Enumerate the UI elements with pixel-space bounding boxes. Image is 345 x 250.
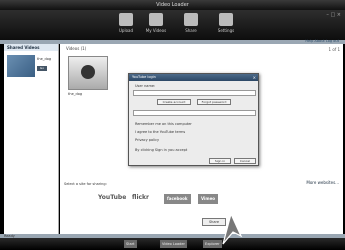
share-icon [184, 13, 198, 26]
sign-in-button[interactable]: Sign in [209, 158, 231, 164]
forgot-password-button[interactable]: Forgot password [197, 99, 231, 105]
sidebar-header: Shared Videos [4, 44, 58, 51]
flickr-logo-button[interactable]: flickr [132, 194, 149, 204]
sidebar-video-item[interactable]: the_dog Go [7, 55, 51, 77]
share-button[interactable]: Share [177, 13, 205, 38]
youtube-logo-button[interactable]: YouTube [98, 194, 126, 204]
username-field[interactable] [133, 90, 256, 96]
sidebar-item-button[interactable]: Go [37, 66, 47, 71]
title-bar: Video Loader [0, 0, 345, 10]
login-dialog: YouTube login × User name: Create accoun… [128, 73, 259, 166]
play-icon [81, 65, 95, 79]
video-thumbnail[interactable] [68, 56, 108, 90]
dialog-title: YouTube login [129, 74, 258, 81]
cancel-button[interactable]: Cancel [234, 158, 256, 164]
privacy-link[interactable]: Privacy policy [135, 138, 159, 142]
share-label: Select a site for sharing: [64, 182, 107, 186]
remember-checkbox-label[interactable]: Remember me on this computer [135, 122, 192, 126]
facebook-logo-button[interactable]: facebook [164, 194, 191, 204]
video-caption: the_dog [68, 92, 83, 96]
taskbar-app[interactable]: Video Loader [160, 240, 187, 248]
agree-checkbox-label[interactable]: I agree to the YouTube terms [135, 130, 185, 134]
close-icon[interactable]: × [253, 75, 256, 80]
mouse-cursor-icon [222, 212, 243, 245]
folder-path: Videos (1) [66, 46, 87, 51]
sidebar: Shared Videos the_dog Go [4, 44, 59, 234]
taskbar-start[interactable]: Start [124, 240, 137, 248]
more-sites-link[interactable]: More websites... [306, 180, 339, 185]
username-label: User name: [135, 84, 156, 88]
upload-icon [119, 13, 133, 26]
window-controls[interactable]: – □ × [326, 12, 341, 18]
taskbar-explorer[interactable]: Explorer [203, 240, 222, 248]
sidebar-item-label: the_dog [37, 57, 52, 61]
page-counter: 1 of 1 [328, 47, 341, 52]
settings-button[interactable]: Settings [212, 13, 240, 38]
upload-button[interactable]: Upload [112, 13, 140, 38]
toolbar: Upload My Videos Share Settings – □ × [0, 10, 345, 40]
header-links[interactable]: Help About Log out [305, 39, 339, 43]
create-account-button[interactable]: Create account [157, 99, 191, 105]
vimeo-logo-button[interactable]: Vimeo [198, 194, 219, 204]
dialog-note: By clicking Sign in you accept [135, 148, 188, 152]
film-icon [149, 13, 163, 26]
my-videos-button[interactable]: My Videos [142, 13, 170, 38]
window-title: Video Loader [156, 2, 189, 8]
taskbar: Start Video Loader Explorer [0, 238, 345, 250]
password-field[interactable] [133, 110, 256, 116]
gear-icon [219, 13, 233, 26]
